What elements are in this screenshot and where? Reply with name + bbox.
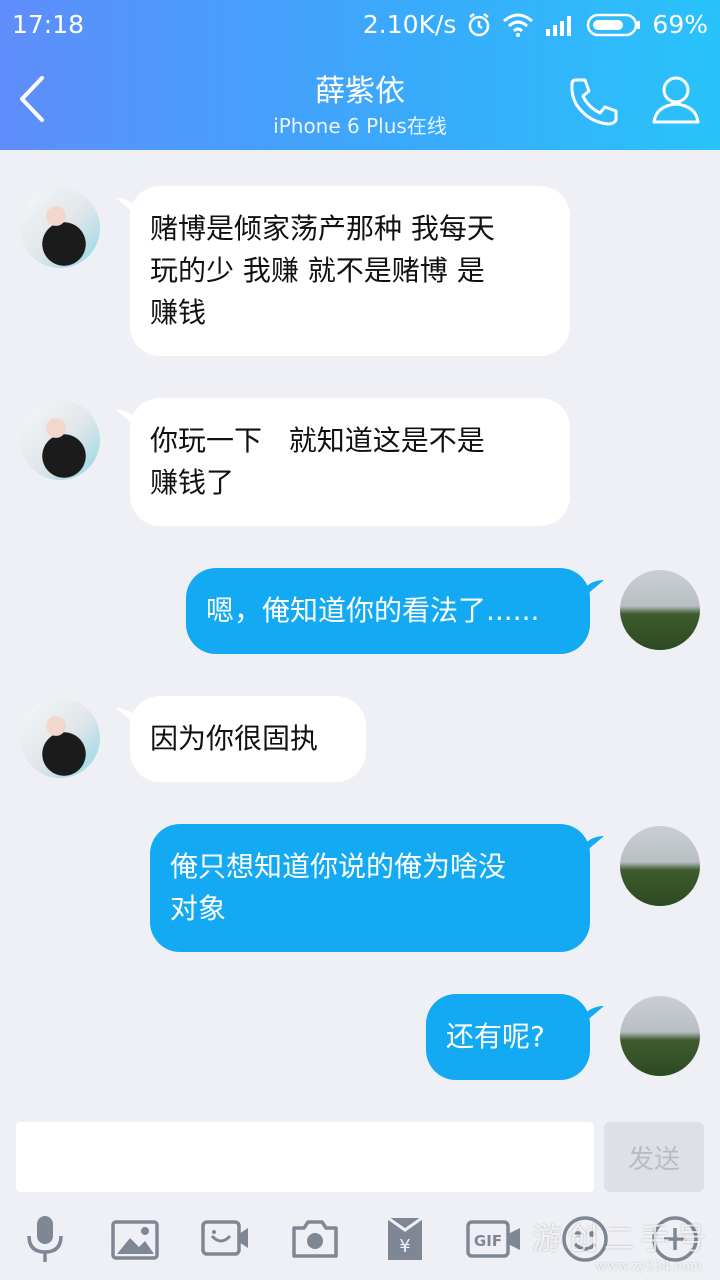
watermark-url: www.zy234.com bbox=[595, 1259, 702, 1274]
red-packet-icon[interactable]: ¥ bbox=[380, 1214, 430, 1264]
network-speed: 2.10K/s bbox=[362, 10, 457, 39]
composer: 发送 ¥ GIF 游创二手号 www.zy234.com bbox=[0, 1110, 720, 1280]
status-right: 2.10K/s 69% bbox=[363, 10, 708, 39]
contact-avatar[interactable] bbox=[20, 400, 100, 480]
phone-icon[interactable] bbox=[566, 74, 622, 130]
chat-header: 17:18 2.10K/s 69% 薛紫依 iPhone 6 Plus在线 bbox=[0, 0, 720, 150]
video-call-icon[interactable] bbox=[200, 1214, 250, 1264]
message-bubble-incoming[interactable]: 赌博是倾家荡产那种 我每天 玩的少 我赚 就不是赌博 是 赚钱 bbox=[130, 186, 570, 356]
user-icon[interactable] bbox=[648, 72, 704, 128]
message-bubble-outgoing[interactable]: 还有呢? bbox=[426, 994, 590, 1080]
message-bubble-outgoing[interactable]: 嗯，俺知道你的看法了...... bbox=[186, 568, 590, 654]
message-bubble-incoming[interactable]: 因为你很固执 bbox=[130, 696, 366, 782]
my-avatar[interactable] bbox=[620, 570, 700, 650]
message-input[interactable] bbox=[16, 1122, 594, 1192]
watermark-text: 游创二手号 bbox=[532, 1222, 712, 1257]
battery-icon bbox=[587, 13, 641, 36]
gif-icon[interactable]: GIF bbox=[466, 1214, 522, 1264]
message-bubble-outgoing[interactable]: 俺只想知道你说的俺为啥没 对象 bbox=[150, 824, 590, 952]
contact-avatar[interactable] bbox=[20, 698, 100, 778]
status-bar: 17:18 2.10K/s 69% bbox=[0, 0, 720, 50]
send-button[interactable]: 发送 bbox=[604, 1122, 704, 1192]
microphone-icon[interactable] bbox=[20, 1214, 70, 1264]
my-avatar[interactable] bbox=[620, 826, 700, 906]
signal-icon bbox=[546, 15, 572, 36]
message-bubble-incoming[interactable]: 你玩一下 就知道这是不是 赚钱了 bbox=[130, 398, 570, 526]
image-icon[interactable] bbox=[110, 1214, 160, 1264]
alarm-icon bbox=[469, 12, 490, 36]
svg-text:GIF: GIF bbox=[474, 1232, 502, 1250]
my-avatar[interactable] bbox=[620, 996, 700, 1076]
message-list[interactable]: 赌博是倾家荡产那种 我每天 玩的少 我赚 就不是赌博 是 赚钱 你玩一下 就知道… bbox=[0, 150, 720, 1110]
status-time: 17:18 bbox=[12, 10, 85, 39]
contact-avatar[interactable] bbox=[20, 188, 100, 268]
wifi-icon bbox=[503, 13, 534, 37]
svg-text:¥: ¥ bbox=[399, 1236, 410, 1257]
camera-icon[interactable] bbox=[290, 1214, 340, 1264]
battery-level: 69% bbox=[652, 10, 708, 39]
